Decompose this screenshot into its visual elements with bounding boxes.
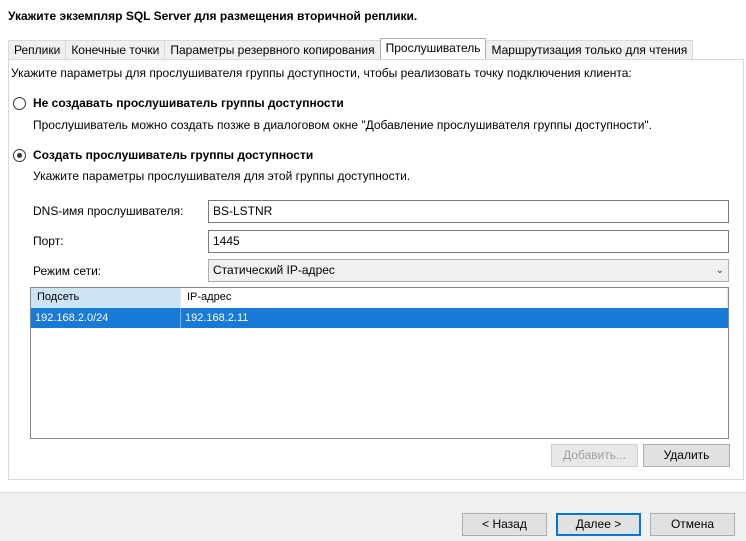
port-input[interactable]: 1445 — [208, 230, 729, 253]
page-title: Укажите экземпляр SQL Server для размеще… — [8, 9, 418, 23]
chevron-down-icon: ⌄ — [715, 265, 724, 276]
tab-replicas[interactable]: Реплики — [8, 40, 67, 59]
option-none-description: Прослушиватель можно создать позже в диа… — [33, 118, 653, 132]
radio-none[interactable] — [13, 96, 26, 110]
grid-header: Подсеть IP-адрес — [31, 288, 728, 308]
tab-strip: Реплики Конечные точки Параметры резервн… — [8, 38, 694, 59]
option-create-label: Создать прослушиватель группы доступност… — [33, 148, 314, 162]
network-mode-select[interactable]: Статический IP-адрес ⌄ — [208, 259, 729, 282]
table-row[interactable]: 192.168.2.0/24 192.168.2.11 — [31, 308, 728, 328]
option-create-row[interactable]: Создать прослушиватель группы доступност… — [13, 148, 313, 162]
add-button[interactable]: Добавить... — [551, 444, 638, 467]
tab-read-only-routing[interactable]: Маршрутизация только для чтения — [485, 40, 694, 59]
next-button[interactable]: Далее > — [556, 513, 641, 536]
network-mode-value: Статический IP-адрес — [213, 263, 335, 277]
subnet-ip-grid[interactable]: Подсеть IP-адрес 192.168.2.0/24 192.168.… — [30, 287, 729, 439]
network-mode-label: Режим сети: — [33, 264, 102, 278]
option-create-description: Укажите параметры прослушивателя для это… — [33, 169, 411, 183]
intro-text: Укажите параметры для прослушивателя гру… — [11, 66, 632, 80]
cancel-button[interactable]: Отмена — [650, 513, 735, 536]
radio-create[interactable] — [13, 148, 26, 162]
dns-name-label: DNS-имя прослушивателя: — [33, 204, 184, 218]
tab-listener[interactable]: Прослушиватель — [379, 38, 487, 59]
tab-endpoints[interactable]: Конечные точки — [65, 40, 166, 59]
column-header-subnet[interactable]: Подсеть — [31, 288, 181, 308]
remove-button[interactable]: Удалить — [643, 444, 730, 467]
column-header-ip[interactable]: IP-адрес — [181, 288, 728, 308]
back-button[interactable]: < Назад — [462, 513, 547, 536]
cell-subnet[interactable]: 192.168.2.0/24 — [31, 308, 181, 328]
tab-backup-preferences[interactable]: Параметры резервного копирования — [164, 40, 381, 59]
dns-name-input[interactable]: BS-LSTNR — [208, 200, 729, 223]
option-none-label: Не создавать прослушиватель группы досту… — [33, 96, 344, 110]
port-label: Порт: — [33, 234, 64, 248]
cell-ip[interactable]: 192.168.2.11 — [181, 308, 728, 328]
option-none-row[interactable]: Не создавать прослушиватель группы досту… — [13, 96, 344, 110]
